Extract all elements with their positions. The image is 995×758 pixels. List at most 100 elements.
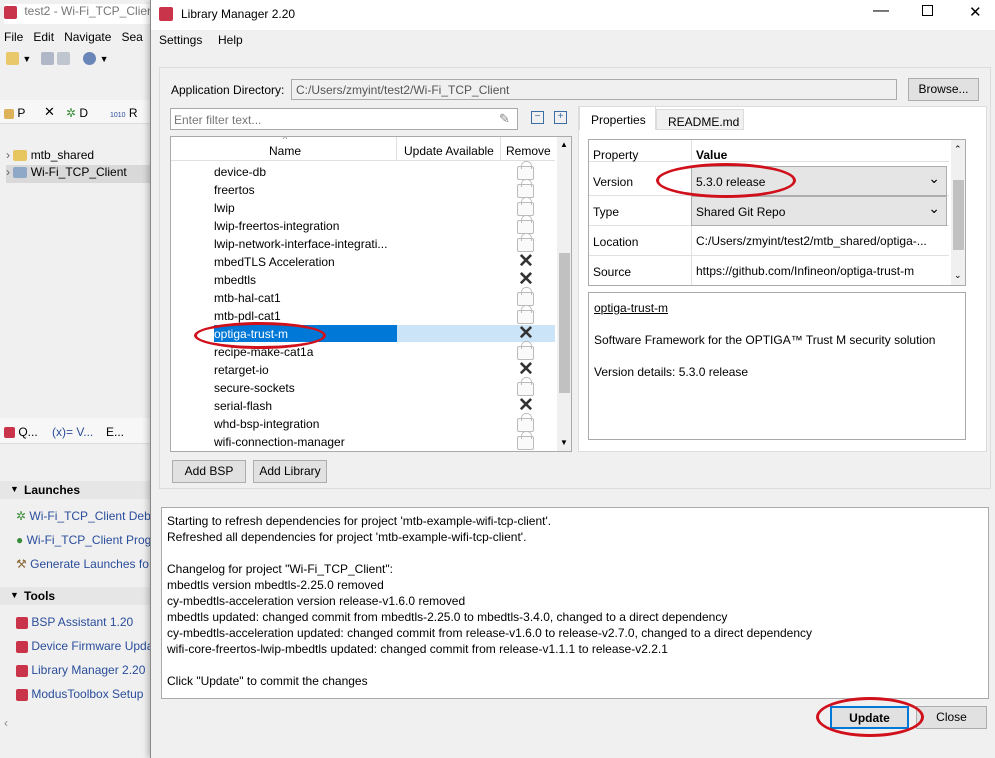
chevron-right-icon[interactable]: › xyxy=(6,148,10,162)
column-remove[interactable]: Remove xyxy=(506,144,551,158)
column-update-available[interactable]: Update Available xyxy=(404,144,494,158)
chevron-down-icon[interactable]: ⌄ xyxy=(928,170,940,187)
tab-project-explorer[interactable]: P xyxy=(4,106,25,120)
add-library-button[interactable]: Add Library xyxy=(253,460,327,483)
launch-item-generate[interactable]: ⚒ Generate Launches fo xyxy=(16,557,152,571)
minimize-icon[interactable]: — xyxy=(873,2,889,20)
scrollbar-thumb[interactable] xyxy=(953,180,964,250)
expand-all-icon[interactable]: + xyxy=(554,111,567,124)
ide-window-title: test2 - Wi-Fi_TCP_Client xyxy=(24,4,154,18)
library-row[interactable]: optiga-trust-m ✕ xyxy=(171,324,555,343)
dropdown-arrow-icon[interactable]: ▼ xyxy=(22,54,31,64)
library-row[interactable]: mbedTLS Acceleration ✕ xyxy=(171,252,555,271)
property-key: Location xyxy=(593,235,639,249)
library-row[interactable]: mtb-hal-cat1 xyxy=(171,287,555,307)
library-row[interactable]: wifi-connection-manager xyxy=(171,431,555,451)
launch-item-debug[interactable]: ✲ Wi-Fi_TCP_Client Deb xyxy=(16,509,152,523)
lock-icon xyxy=(517,413,534,432)
library-name: freertos xyxy=(214,183,255,197)
ide-menu-navigate[interactable]: Navigate xyxy=(64,30,111,44)
add-bsp-button[interactable]: Add BSP xyxy=(172,460,246,483)
ide-menu-file[interactable]: File xyxy=(4,30,23,44)
property-value-dropdown[interactable]: 5.3.0 release ⌄ xyxy=(691,166,947,196)
property-value-text: C:/Users/zmyint/test2/mtb_shared/optiga-… xyxy=(696,234,927,248)
tools-section-header[interactable]: ▼ Tools xyxy=(0,587,152,605)
menu-help[interactable]: Help xyxy=(218,33,243,47)
ide-menu-search[interactable]: Sea xyxy=(121,30,142,44)
property-key: Type xyxy=(593,205,620,219)
launches-section-header[interactable]: ▼ Launches xyxy=(0,481,152,499)
tab-variables[interactable]: (x)= V... xyxy=(52,425,93,439)
tab-quick-panel[interactable]: Q... xyxy=(4,425,38,439)
scrollbar-thumb[interactable] xyxy=(559,253,570,393)
app-logo-icon xyxy=(159,7,173,21)
library-manager-dialog: Library Manager 2.20 — ✕ Settings Help A… xyxy=(150,0,995,758)
lock-icon xyxy=(517,197,534,216)
library-row[interactable]: recipe-make-cat1a xyxy=(171,341,555,361)
scroll-up-icon[interactable]: ⌃ xyxy=(954,144,962,155)
new-icon[interactable] xyxy=(6,52,19,66)
save-icon[interactable] xyxy=(40,52,54,66)
tool-item-bsp-assistant[interactable]: BSP Assistant 1.20 xyxy=(16,615,152,629)
launch-item-program[interactable]: ● Wi-Fi_TCP_Client Prog xyxy=(16,533,152,547)
scroll-down-icon[interactable]: ⌄ xyxy=(954,270,962,281)
filter-input[interactable]: Enter filter text... ✎ xyxy=(170,108,518,130)
maximize-icon[interactable] xyxy=(922,5,933,16)
save-all-icon[interactable] xyxy=(56,52,70,66)
column-name[interactable]: Name xyxy=(269,144,301,158)
library-name: mbedTLS Acceleration xyxy=(214,255,335,269)
library-row[interactable]: lwip xyxy=(171,197,555,217)
close-window-icon[interactable]: ✕ xyxy=(969,3,982,21)
collapse-icon[interactable]: ▼ xyxy=(10,590,19,600)
log-line: Refreshed all dependencies for project '… xyxy=(167,530,527,544)
scroll-left-icon[interactable]: ‹ xyxy=(4,716,8,730)
browse-button[interactable]: Browse... xyxy=(908,78,979,101)
property-value-dropdown[interactable]: Shared Git Repo ⌄ xyxy=(691,196,947,226)
tool-item-modustoolbox-setup[interactable]: ModusToolbox Setup xyxy=(16,687,152,701)
library-row[interactable]: freertos xyxy=(171,179,555,199)
library-row[interactable]: mtb-pdl-cat1 xyxy=(171,305,555,325)
tab-registers[interactable]: 1010 R xyxy=(110,106,138,120)
menu-settings[interactable]: Settings xyxy=(159,33,202,47)
tree-item-mtb-shared[interactable]: › mtb_shared xyxy=(6,148,152,162)
library-row[interactable]: lwip-freertos-integration xyxy=(171,215,555,235)
close-icon[interactable]: ✕ xyxy=(44,104,55,120)
library-row[interactable]: whd-bsp-integration xyxy=(171,413,555,433)
tab-readme[interactable]: README.md xyxy=(656,109,744,130)
ide-menu-edit[interactable]: Edit xyxy=(33,30,54,44)
tab-properties[interactable]: Properties xyxy=(579,106,656,130)
chevron-down-icon[interactable]: ⌄ xyxy=(928,200,940,217)
log-output[interactable]: Starting to refresh dependencies for pro… xyxy=(161,507,989,699)
library-link[interactable]: optiga-trust-m xyxy=(594,301,668,315)
dialog-title-bar: Library Manager 2.20 — ✕ xyxy=(151,0,995,30)
tab-expressions[interactable]: E... xyxy=(106,425,124,439)
tree-item-wifi-tcp-client[interactable]: › Wi-Fi_TCP_Client xyxy=(6,165,152,183)
app-directory-field[interactable]: C:/Users/zmyint/test2/Wi-Fi_TCP_Client xyxy=(291,79,897,100)
collapse-all-icon[interactable]: − xyxy=(531,111,544,124)
library-row[interactable]: lwip-network-interface-integrati... xyxy=(171,233,555,253)
property-value: https://github.com/Infineon/optiga-trust… xyxy=(691,256,947,285)
build-icon[interactable] xyxy=(83,52,97,66)
library-row[interactable]: device-db xyxy=(171,161,555,181)
scroll-down-icon[interactable]: ▼ xyxy=(560,438,568,447)
tool-item-library-manager[interactable]: Library Manager 2.20 xyxy=(16,663,152,677)
properties-scrollbar[interactable]: ⌃ ⌄ xyxy=(951,140,965,285)
update-button[interactable]: Update xyxy=(830,706,909,729)
library-row[interactable]: mbedtls ✕ xyxy=(171,270,555,289)
close-button[interactable]: Close xyxy=(916,706,987,729)
lock-icon xyxy=(517,161,534,180)
collapse-icon[interactable]: ▼ xyxy=(10,484,19,494)
scroll-up-icon[interactable]: ▲ xyxy=(560,140,568,149)
chevron-right-icon[interactable]: › xyxy=(6,165,10,179)
property-rows: Version 5.3.0 release ⌄ Type Shared Git Repo… xyxy=(589,166,949,285)
table-scrollbar[interactable]: ▲ ▼ xyxy=(557,137,571,451)
clear-filter-icon[interactable]: ✎ xyxy=(499,111,510,127)
dropdown-arrow-icon[interactable]: ▼ xyxy=(100,54,109,64)
tool-item-device-firmware[interactable]: Device Firmware Upda xyxy=(16,639,152,653)
library-row[interactable]: retarget-io ✕ xyxy=(171,360,555,379)
library-name: recipe-make-cat1a xyxy=(214,345,314,359)
library-row[interactable]: secure-sockets xyxy=(171,377,555,397)
tab-debug[interactable]: ✲ D xyxy=(66,106,88,120)
library-row[interactable]: serial-flash ✕ xyxy=(171,396,555,415)
